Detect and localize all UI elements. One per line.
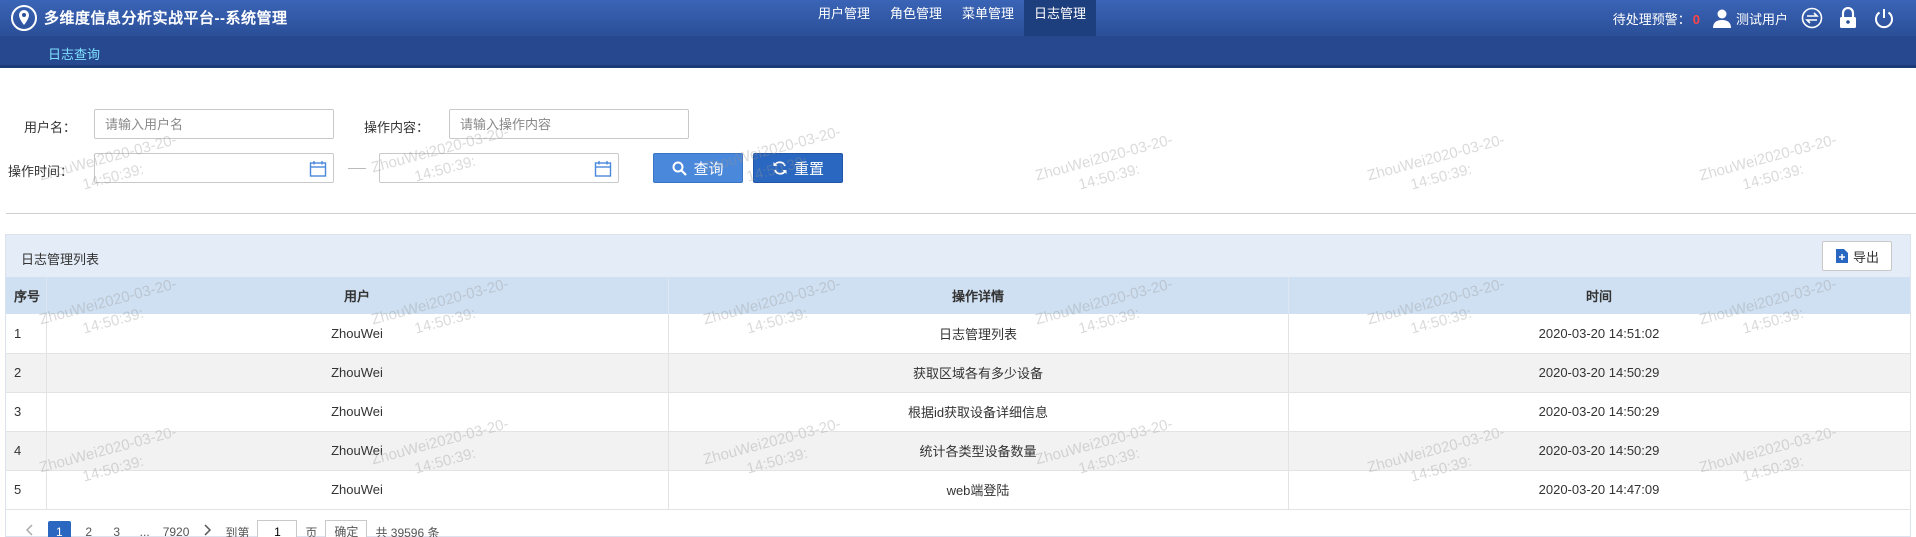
- column-header-time[interactable]: 时间: [1288, 277, 1911, 314]
- user-name: 测试用户: [1735, 11, 1788, 27]
- column-header-index[interactable]: 序号: [6, 277, 47, 314]
- date-range-separator: [348, 168, 366, 169]
- table-header-row: 序号 用户 操作详情 时间: [6, 277, 1911, 314]
- page-unit-label: 页: [305, 525, 318, 537]
- query-label: 查询: [693, 160, 724, 178]
- reset-button[interactable]: 重置: [753, 153, 843, 183]
- page-3[interactable]: 3: [107, 521, 127, 537]
- reset-label: 重置: [793, 160, 824, 178]
- cell-time: 2020-03-20 14:51:02: [1288, 314, 1911, 354]
- export-label: 导出: [1852, 249, 1879, 265]
- cell-time: 2020-03-20 14:47:09: [1288, 470, 1911, 510]
- next-page-button[interactable]: [197, 521, 217, 537]
- section-divider: [6, 213, 1916, 214]
- header-tools: 待处理预警： 0 测试用户: [1613, 0, 1896, 36]
- content-label: 操作内容：: [364, 120, 430, 135]
- nav-user-management[interactable]: 用户管理: [808, 0, 880, 36]
- goto-confirm-button[interactable]: 确定: [325, 520, 368, 537]
- watermark: ZhouWei2020-03-20- 14:50:39:: [1033, 131, 1175, 194]
- export-button[interactable]: 导出: [1822, 241, 1892, 271]
- cell-index: 4: [6, 431, 47, 471]
- location-pin-icon: [11, 5, 37, 31]
- power-icon[interactable]: [1872, 6, 1896, 30]
- refresh-icon: [773, 161, 787, 175]
- page-1[interactable]: 1: [48, 521, 71, 537]
- switch-icon[interactable]: [1800, 6, 1824, 30]
- alert-indicator[interactable]: 待处理预警： 0: [1613, 9, 1700, 28]
- cell-index: 5: [6, 470, 47, 510]
- cell-user: ZhouWei: [46, 314, 669, 354]
- goto-page-input[interactable]: [257, 520, 298, 537]
- main-nav: 用户管理 角色管理 菜单管理 日志管理: [808, 0, 1097, 36]
- app-title: 多维度信息分析实战平台--系统管理: [44, 10, 288, 27]
- log-table-panel: 日志管理列表 导出 序号 用户 操作详情 时间 1 ZhouWei 日志管理列表…: [5, 234, 1911, 537]
- tab-log-query[interactable]: 日志查询: [48, 44, 100, 63]
- sub-nav: 日志查询: [0, 36, 1916, 68]
- alert-label: 待处理预警：: [1612, 11, 1691, 27]
- cell-user: ZhouWei: [46, 431, 669, 471]
- user-icon: [1712, 9, 1731, 28]
- watermark: ZhouWei2020-03-20- 14:50:39:: [1365, 131, 1507, 194]
- cell-user: ZhouWei: [46, 392, 669, 432]
- nav-role-management[interactable]: 角色管理: [880, 0, 952, 36]
- cell-detail: 获取区域各有多少设备: [668, 353, 1289, 393]
- cell-detail: 统计各类型设备数量: [668, 431, 1289, 471]
- top-header: 多维度信息分析实战平台--系统管理 用户管理 角色管理 菜单管理 日志管理 待处…: [0, 0, 1916, 36]
- table-row[interactable]: 1 ZhouWei 日志管理列表 2020-03-20 14:51:02: [6, 314, 1911, 354]
- username-input[interactable]: [94, 109, 334, 139]
- user-menu[interactable]: 测试用户: [1712, 8, 1788, 28]
- cell-user: ZhouWei: [46, 470, 669, 510]
- pagination: 1 2 3 ... 7920 到第 页 确定 共 39596 条: [20, 519, 439, 537]
- table-row[interactable]: 5 ZhouWei web端登陆 2020-03-20 14:47:09: [6, 470, 1911, 510]
- column-header-detail[interactable]: 操作详情: [668, 277, 1289, 314]
- alert-count: 0: [1692, 11, 1700, 27]
- cell-time: 2020-03-20 14:50:29: [1288, 392, 1911, 432]
- table-row[interactable]: 4 ZhouWei 统计各类型设备数量 2020-03-20 14:50:29: [6, 431, 1911, 471]
- cell-detail: 根据id获取设备详细信息: [668, 392, 1289, 432]
- export-file-icon: [1835, 249, 1848, 263]
- calendar-icon[interactable]: [309, 160, 327, 178]
- username-label: 用户名：: [24, 120, 77, 135]
- total-count: 共 39596 条: [375, 525, 440, 537]
- cell-time: 2020-03-20 14:50:29: [1288, 353, 1911, 393]
- page-ellipsis: ...: [139, 525, 150, 537]
- cell-time: 2020-03-20 14:50:29: [1288, 431, 1911, 471]
- cell-index: 1: [6, 314, 47, 354]
- chevron-right-icon: [204, 524, 212, 536]
- table-row[interactable]: 3 ZhouWei 根据id获取设备详细信息 2020-03-20 14:50:…: [6, 392, 1911, 432]
- calendar-icon[interactable]: [594, 160, 612, 178]
- table-row[interactable]: 2 ZhouWei 获取区域各有多少设备 2020-03-20 14:50:29: [6, 353, 1911, 393]
- goto-label: 到第: [225, 525, 250, 537]
- page-last[interactable]: 7920: [163, 521, 190, 537]
- end-date-input[interactable]: [379, 153, 619, 183]
- cell-index: 3: [6, 392, 47, 432]
- time-label: 操作时间：: [8, 164, 74, 179]
- chevron-left-icon: [25, 524, 33, 536]
- cell-index: 2: [6, 353, 47, 393]
- prev-page-button[interactable]: [20, 521, 40, 537]
- column-header-user[interactable]: 用户: [46, 277, 669, 314]
- page-2[interactable]: 2: [79, 521, 99, 537]
- content-input[interactable]: [449, 109, 689, 139]
- search-icon: [672, 161, 688, 176]
- panel-title: 日志管理列表: [21, 252, 100, 267]
- panel-header: 日志管理列表 导出: [6, 235, 1910, 277]
- log-table: 序号 用户 操作详情 时间 1 ZhouWei 日志管理列表 2020-03-2…: [6, 277, 1911, 510]
- nav-log-management[interactable]: 日志管理: [1024, 0, 1097, 36]
- cell-detail: 日志管理列表: [668, 314, 1289, 354]
- query-button[interactable]: 查询: [653, 153, 743, 183]
- lock-icon[interactable]: [1836, 6, 1860, 30]
- cell-detail: web端登陆: [668, 470, 1289, 510]
- nav-menu-management[interactable]: 菜单管理: [952, 0, 1024, 36]
- cell-user: ZhouWei: [46, 353, 669, 393]
- watermark: ZhouWei2020-03-20- 14:50:39:: [1697, 131, 1839, 194]
- start-date-input[interactable]: [94, 153, 334, 183]
